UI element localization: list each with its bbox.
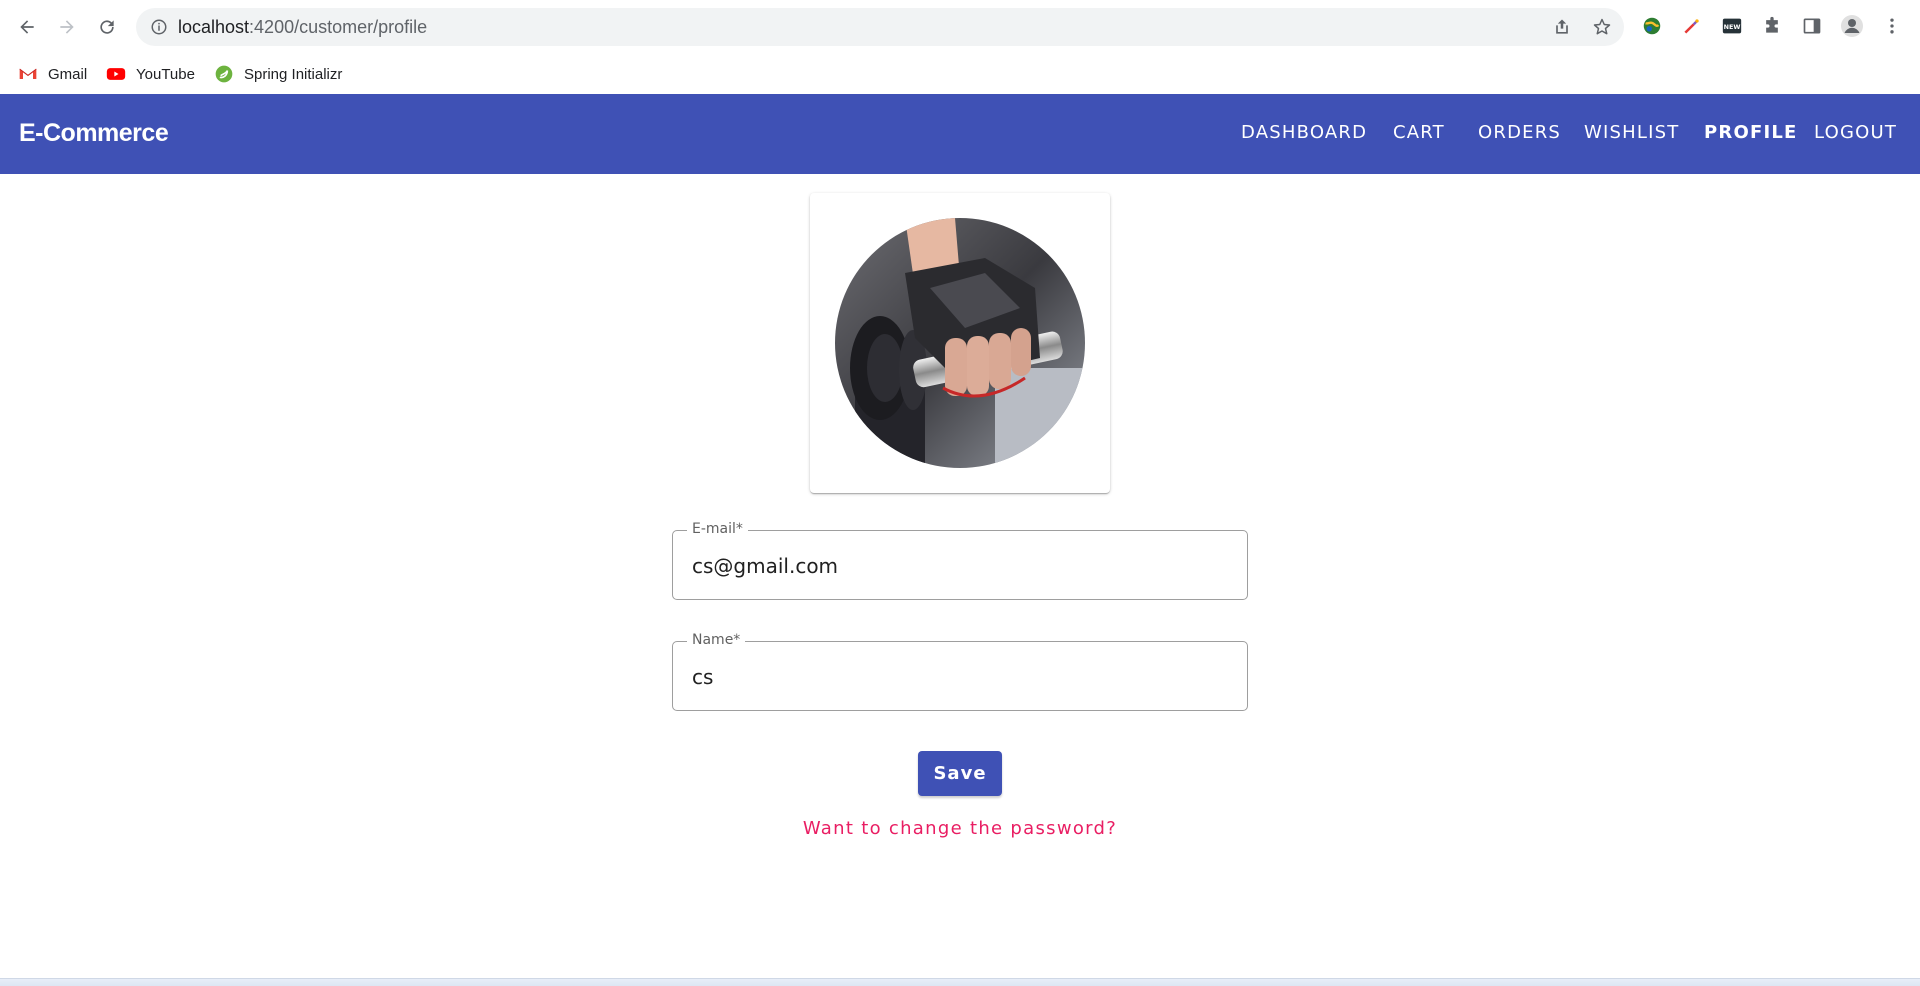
name-input[interactable]: cs: [692, 665, 713, 689]
kebab-menu-icon[interactable]: [1880, 14, 1904, 38]
spring-icon: [215, 65, 233, 83]
bookmark-star-icon[interactable]: [1592, 17, 1612, 37]
nav-wishlist[interactable]: WISHLIST: [1584, 122, 1679, 143]
change-password-link[interactable]: Want to change the password?: [0, 818, 1920, 839]
profile-avatar-icon[interactable]: [1840, 14, 1864, 38]
avatar-card: [810, 193, 1110, 493]
reload-icon[interactable]: [92, 12, 122, 42]
app-toolbar: E-Commerce DASHBOARD CART ORDERS WISHLIS…: [0, 94, 1920, 174]
forward-arrow-icon[interactable]: [52, 12, 82, 42]
share-icon[interactable]: [1552, 17, 1572, 37]
email-field[interactable]: E-mail* cs@gmail.com: [672, 521, 1248, 600]
save-button[interactable]: Save: [918, 751, 1002, 796]
email-label: E-mail*: [687, 521, 748, 537]
back-arrow-icon[interactable]: [12, 12, 42, 42]
youtube-icon: [106, 68, 126, 80]
taskbar-edge: [0, 978, 1920, 986]
color-picker-extension-icon[interactable]: [1680, 14, 1704, 38]
site-info-icon[interactable]: [150, 18, 168, 36]
nav-logout[interactable]: LOGOUT: [1814, 122, 1897, 143]
svg-text:NEW: NEW: [1724, 23, 1741, 31]
bookmark-spring-initializr[interactable]: Spring Initializr: [214, 60, 342, 88]
side-panel-icon[interactable]: [1800, 14, 1824, 38]
puzzle-extensions-icon[interactable]: [1760, 14, 1784, 38]
browser-toolbar: localhost:4200/customer/profile NEW: [0, 0, 1920, 54]
nav-profile[interactable]: PROFILE: [1704, 122, 1798, 143]
profile-avatar-image: [835, 218, 1085, 468]
bookmark-youtube[interactable]: YouTube: [106, 60, 195, 88]
nav-dashboard[interactable]: DASHBOARD: [1241, 122, 1367, 143]
email-input[interactable]: cs@gmail.com: [692, 554, 838, 578]
gmail-icon: [19, 68, 37, 79]
name-field[interactable]: Name* cs: [672, 632, 1248, 711]
globe-extension-icon[interactable]: [1640, 14, 1664, 38]
new-extension-icon[interactable]: NEW: [1720, 14, 1744, 38]
name-label: Name*: [687, 632, 746, 648]
bookmark-gmail[interactable]: Gmail: [18, 60, 87, 88]
bookmarks-bar: Gmail YouTube Spring Initializr: [0, 54, 1920, 94]
brand-title[interactable]: E-Commerce: [19, 119, 169, 148]
address-bar[interactable]: localhost:4200/customer/profile: [136, 8, 1624, 46]
nav-orders[interactable]: ORDERS: [1478, 122, 1561, 143]
nav-cart[interactable]: CART: [1393, 122, 1445, 143]
url-text[interactable]: localhost:4200/customer/profile: [178, 17, 427, 38]
